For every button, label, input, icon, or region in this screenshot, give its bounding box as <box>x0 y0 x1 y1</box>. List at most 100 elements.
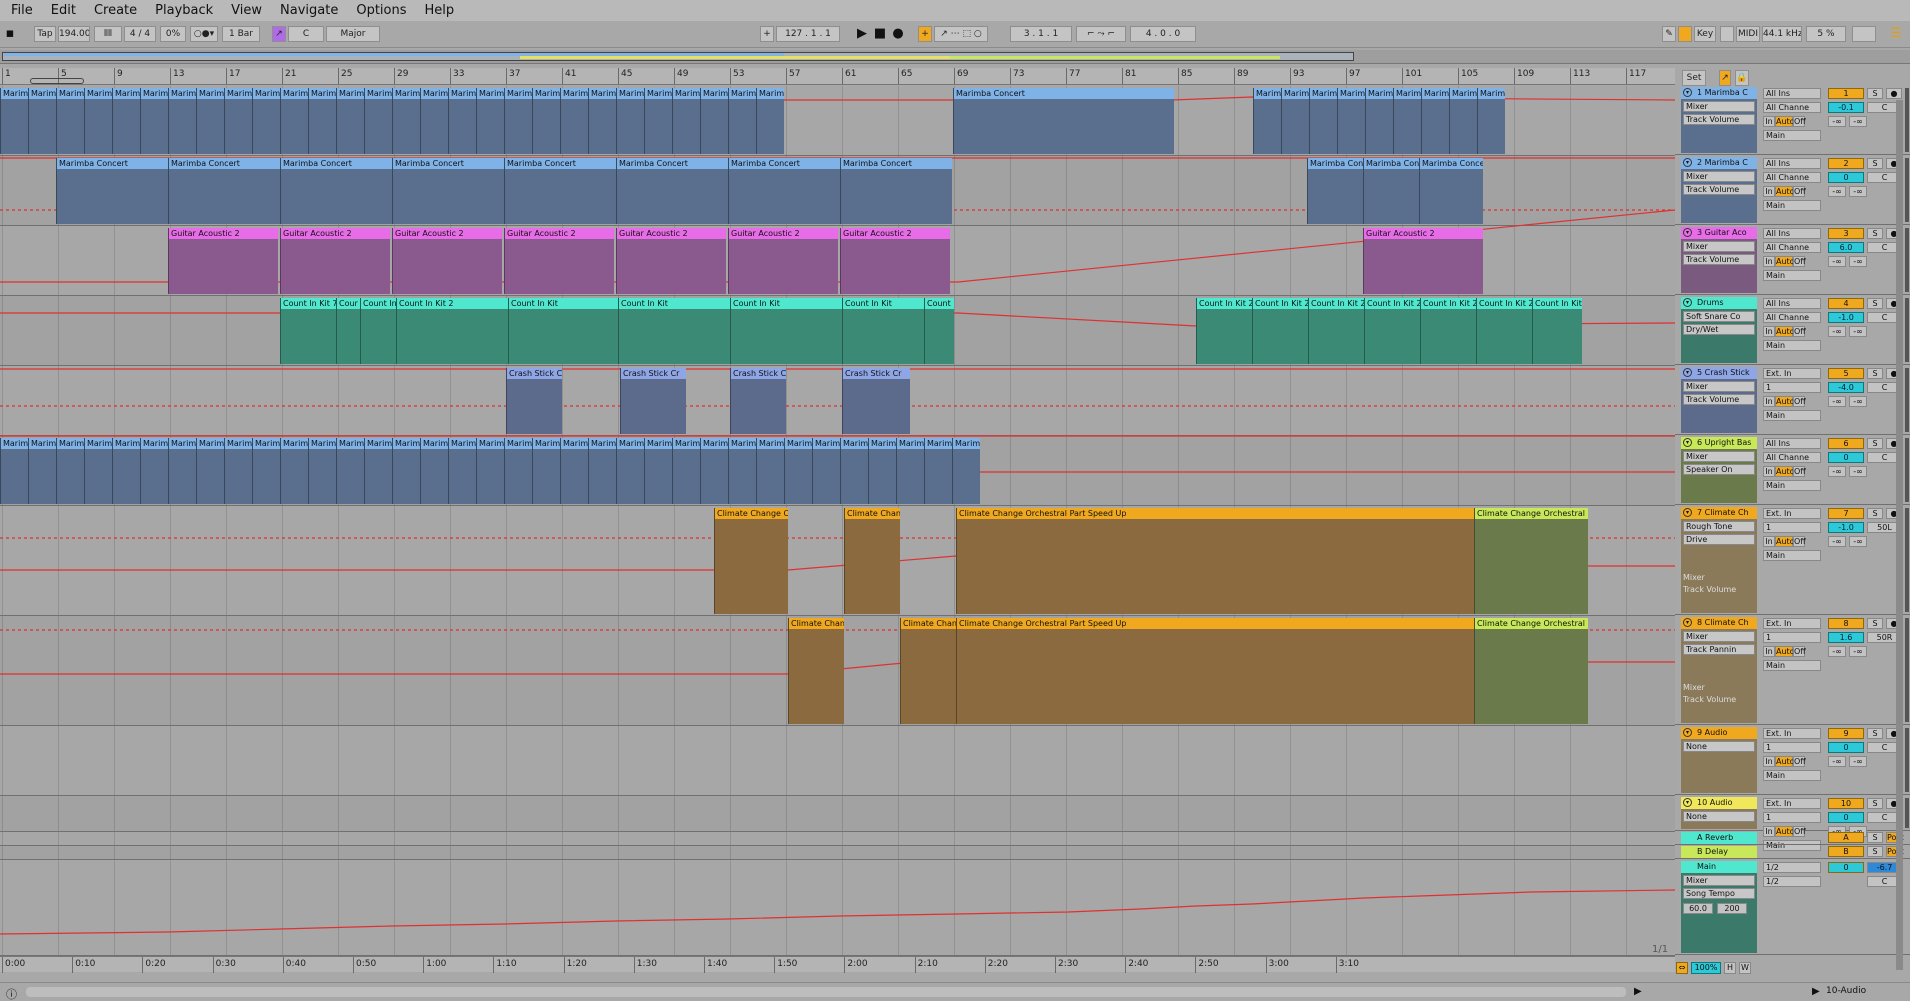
monitor-in-button[interactable]: In <box>1763 116 1775 127</box>
return-name[interactable]: B Delay <box>1681 846 1757 858</box>
volume-field[interactable]: -4.0 <box>1828 382 1864 393</box>
clip[interactable]: Marim <box>252 88 280 154</box>
monitor-in-button[interactable]: In <box>1763 536 1775 547</box>
clip[interactable]: Marim <box>28 438 56 504</box>
send-b-field[interactable]: -∞ <box>1849 536 1867 547</box>
volume-field[interactable]: 0 <box>1828 742 1864 753</box>
monitor-in-button[interactable]: In <box>1763 466 1775 477</box>
send-a-field[interactable]: -∞ <box>1828 466 1846 477</box>
loop-brace[interactable] <box>30 78 84 84</box>
send-a-field[interactable]: -∞ <box>1828 756 1846 767</box>
solo-button[interactable]: S <box>1867 438 1883 449</box>
input-type-select[interactable]: Ext. In <box>1763 618 1821 629</box>
tempo-min-field[interactable]: 60.0 <box>1683 903 1713 914</box>
clip[interactable]: Marim <box>728 438 756 504</box>
clip[interactable]: Marimba Concert <box>840 158 952 224</box>
track-lane[interactable] <box>0 796 1675 832</box>
clip[interactable]: Marim <box>392 438 420 504</box>
input-channel-select[interactable]: All Channe <box>1763 172 1821 183</box>
fold-icon[interactable]: ▾ <box>1683 298 1692 307</box>
clip[interactable]: Marimba Con <box>1307 158 1363 224</box>
monitor-off-button[interactable]: Off <box>1793 466 1806 477</box>
clip[interactable]: Marim <box>756 438 784 504</box>
clip[interactable]: Marim <box>504 88 532 154</box>
clip[interactable]: Marim <box>868 438 896 504</box>
groove-amount-field[interactable]: 0% <box>160 26 186 42</box>
device-chooser[interactable]: Mixer <box>1683 241 1755 252</box>
send-b-field[interactable]: -∞ <box>1849 466 1867 477</box>
height-button[interactable]: H <box>1724 962 1736 974</box>
track-lane[interactable] <box>0 846 1675 860</box>
send-a-field[interactable]: -∞ <box>1828 326 1846 337</box>
send-b-field[interactable]: -∞ <box>1849 326 1867 337</box>
clip[interactable]: Crash Stick Cr <box>730 368 786 434</box>
monitor-off-button[interactable]: Off <box>1793 116 1806 127</box>
clip[interactable]: Count In Kit 7 <box>280 298 336 364</box>
track-lane[interactable] <box>0 726 1675 796</box>
monitor-auto-button[interactable]: Auto <box>1775 536 1795 547</box>
automation-arm-icons[interactable]: ↗ ⋯ ⬚ ○ <box>934 26 988 42</box>
clip[interactable]: Marim <box>0 438 28 504</box>
monitor-off-button[interactable]: Off <box>1793 396 1806 407</box>
clip[interactable]: Crash Stick Cr <box>506 368 562 434</box>
send-a-field[interactable]: -∞ <box>1828 396 1846 407</box>
monitor-off-button[interactable]: Off <box>1793 186 1806 197</box>
clip[interactable]: Marim <box>420 438 448 504</box>
clip[interactable]: Marim <box>896 438 924 504</box>
clip[interactable]: Climate Change Orchestral C <box>1474 618 1588 724</box>
clip[interactable]: Marim <box>672 88 700 154</box>
device-chooser[interactable]: Mixer <box>1683 101 1755 112</box>
device-chooser[interactable]: Mixer <box>1683 171 1755 182</box>
monitor-in-button[interactable]: In <box>1763 186 1775 197</box>
input-type-select[interactable]: Ext. In <box>1763 368 1821 379</box>
solo-button[interactable]: S <box>1867 88 1883 99</box>
overdub-icon[interactable]: + <box>918 26 932 42</box>
clip[interactable]: Marim <box>1281 88 1309 154</box>
fold-icon[interactable]: ▾ <box>1683 88 1692 97</box>
clip[interactable]: Marim <box>448 438 476 504</box>
scale-mode-icon[interactable]: ↗ <box>272 26 286 42</box>
clip[interactable]: Count In Kit 2 <box>396 298 508 364</box>
loop-start-field[interactable]: 3 . 1 . 1 <box>1010 26 1072 42</box>
track-lane[interactable] <box>0 366 1675 436</box>
clip[interactable]: Guitar Acoustic 2 <box>168 228 278 294</box>
clip[interactable]: Marim <box>644 438 672 504</box>
clip[interactable]: Marim <box>112 88 140 154</box>
lock-icon[interactable]: 🔒 <box>1735 70 1749 86</box>
control-chooser[interactable]: Track Volume <box>1683 184 1755 195</box>
clip[interactable]: Count In Kit <box>730 298 842 364</box>
clip[interactable]: Climate Change Orchestral Part Speed Up <box>956 508 1474 614</box>
track-lane[interactable] <box>0 860 1675 956</box>
solo-button[interactable]: S <box>1867 368 1883 379</box>
device-chooser[interactable]: Mixer <box>1683 875 1755 886</box>
solo-button[interactable]: S <box>1867 228 1883 239</box>
clip[interactable]: Marimba Concert <box>168 158 280 224</box>
track-name[interactable]: 10 Audio <box>1681 797 1757 809</box>
clip[interactable]: Marim <box>336 438 364 504</box>
track-activator[interactable]: 6 <box>1828 438 1864 449</box>
track-name[interactable]: 8 Climate Ch <box>1681 617 1757 629</box>
clip[interactable]: Marim <box>672 438 700 504</box>
clip[interactable]: Crash Stick Cr <box>620 368 686 434</box>
return-name[interactable]: A Reverb <box>1681 832 1757 844</box>
solo-button[interactable]: S <box>1867 298 1883 309</box>
clip[interactable]: Marim <box>644 88 672 154</box>
track-name[interactable]: 9 Audio <box>1681 727 1757 739</box>
clip[interactable]: Marimba Concert <box>392 158 504 224</box>
clip[interactable]: Marim <box>56 438 84 504</box>
clip[interactable]: Marimba Concert <box>728 158 840 224</box>
quantize-select[interactable]: 1 Bar <box>222 26 260 42</box>
monitor-off-button[interactable]: Off <box>1793 326 1806 337</box>
output-select[interactable]: Main <box>1763 200 1821 211</box>
tempo-field[interactable]: 194.00 <box>58 26 90 42</box>
clip[interactable]: Marim <box>700 438 728 504</box>
monitor-off-button[interactable]: Off <box>1793 256 1806 267</box>
arrangement-view[interactable]: Marim Marim Marim Marim Marim Marim Marim Marim… <box>0 86 1675 956</box>
menu-help[interactable]: Help <box>416 3 464 18</box>
track-activator[interactable]: 4 <box>1828 298 1864 309</box>
solo-button[interactable]: S <box>1867 846 1883 857</box>
device-chooser[interactable]: Mixer <box>1683 451 1755 462</box>
punch-icons[interactable]: ⌐ ⤳ ⌐ <box>1076 26 1126 42</box>
clip[interactable]: Marim <box>560 88 588 154</box>
send-b-field[interactable]: -∞ <box>1849 756 1867 767</box>
